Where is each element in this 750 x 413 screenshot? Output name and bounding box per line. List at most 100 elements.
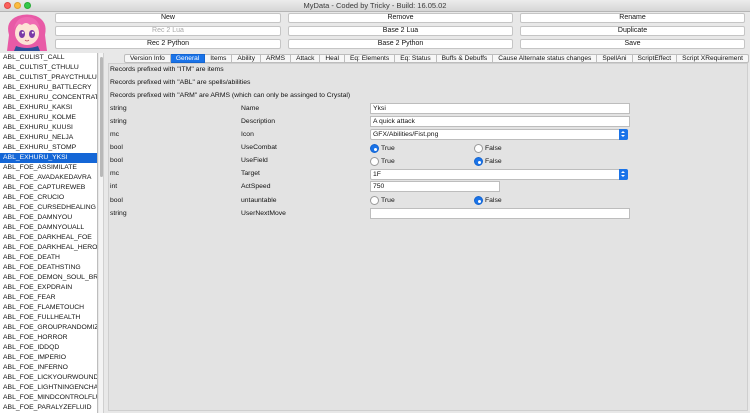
record-list-item[interactable]: ABL_FOE_PARALYZEFLUID (0, 403, 97, 413)
note-arm-prefix: Records prefixed with "ARM" are ARMS (wh… (110, 92, 351, 99)
save-button[interactable]: Save (520, 39, 745, 49)
record-list-item[interactable]: ABL_FOE_FEAR (0, 293, 97, 303)
select-arrows-icon[interactable] (619, 129, 628, 140)
record-list-item[interactable]: ABL_FOE_AVADAKEDAVRA (0, 173, 97, 183)
record-list-item[interactable]: ABL_FOE_IMPERIO (0, 353, 97, 363)
record-list[interactable]: ABL_CULIST_CALL ABL_CULTIST_CTHULU ABL_C… (0, 53, 98, 413)
record-list-item[interactable]: ABL_FOE_DEMON_SOUL_BREAK (0, 273, 97, 283)
field-type: mc (110, 170, 120, 177)
tab-ability[interactable]: Ability (232, 54, 262, 63)
rec-2-lua-button[interactable]: Rec 2 Lua (55, 26, 281, 36)
base-2-lua-button[interactable]: Base 2 Lua (288, 26, 513, 36)
record-list-item[interactable]: ABL_FOE_LIGHTNINGENCHANT (0, 383, 97, 393)
field-usernextmove-label: UserNextMove (241, 210, 286, 217)
field-type: string (110, 118, 127, 125)
tab-scripteffect[interactable]: ScriptEffect (632, 54, 678, 63)
tab-buffs-debuffs[interactable]: Buffs & Debuffs (436, 54, 494, 63)
record-list-item[interactable]: ABL_EXHURU_NELJA (0, 133, 97, 143)
radio-label-false: False (485, 197, 502, 204)
usecombat-false-radio[interactable] (474, 144, 483, 153)
radio-label-false: False (485, 158, 502, 165)
record-list-item[interactable]: ABL_FOE_HORROR (0, 333, 97, 343)
record-list-item[interactable]: ABL_FOE_IDDQD (0, 343, 97, 353)
select-arrows-icon[interactable] (619, 169, 628, 180)
record-list-item[interactable]: ABL_FOE_DAMNYOUALL (0, 223, 97, 233)
tab-attack[interactable]: Attack (291, 54, 321, 63)
record-list-scrollbar[interactable] (99, 53, 104, 413)
duplicate-button[interactable]: Duplicate (520, 26, 745, 36)
tab-heal[interactable]: Heal (320, 54, 345, 63)
field-icon-label: Icon (241, 131, 254, 138)
name-input[interactable]: Yksi (370, 103, 630, 114)
field-usefield-label: UseField (241, 157, 268, 164)
usefield-true-radio[interactable] (370, 157, 379, 166)
record-list-item[interactable]: ABL_FOE_DARKHEAL_FOE (0, 233, 97, 243)
record-list-item[interactable]: ABL_FOE_FULLHEALTH (0, 313, 97, 323)
field-type: int (110, 183, 118, 190)
record-list-item[interactable]: ABL_EXHURU_BATTLECRY (0, 83, 97, 93)
record-list-item-selected[interactable]: ABL_EXHURU_YKSI (0, 153, 97, 163)
record-list-item[interactable]: ABL_EXHURU_KOLME (0, 113, 97, 123)
record-list-item[interactable]: ABL_FOE_CURSEDHEALING (0, 203, 97, 213)
usecombat-true-radio[interactable] (370, 144, 379, 153)
radio-label-true: True (381, 158, 395, 165)
field-name-label: Name (241, 105, 260, 112)
tab-spellani[interactable]: SpellAni (597, 54, 633, 63)
tab-items[interactable]: Items (205, 54, 233, 63)
record-list-item[interactable]: ABL_FOE_CRUCIO (0, 193, 97, 203)
untauntable-false-radio[interactable] (474, 196, 483, 205)
window-title: MyData - Coded by Tricky - Build: 16.05.… (303, 1, 447, 10)
usernextmove-input[interactable] (370, 208, 630, 219)
radio-label-true: True (381, 197, 395, 204)
tab-eq-elements[interactable]: Eq: Elements (344, 54, 396, 63)
tab-eq-status[interactable]: Eq: Status (395, 54, 437, 63)
avatar (7, 14, 47, 51)
tab-bar: Version Info General Items Ability ARMS … (124, 54, 749, 63)
note-abl-prefix: Records prefixed with "ABL" are spells/a… (110, 79, 251, 86)
record-list-item[interactable]: ABL_FOE_LICKYOURWOUNDS (0, 373, 97, 383)
record-list-item[interactable]: ABL_FOE_DARKHEAL_HERO (0, 243, 97, 253)
untauntable-true-radio[interactable] (370, 196, 379, 205)
field-type: bool (110, 157, 123, 164)
base-2-python-button[interactable]: Base 2 Python (288, 39, 513, 49)
usefield-false-radio[interactable] (474, 157, 483, 166)
record-list-item[interactable]: ABL_FOE_CAPTUREWEB (0, 183, 97, 193)
record-list-item[interactable]: ABL_CULTIST_PRAYCTHULU (0, 73, 97, 83)
record-list-item[interactable]: ABL_CULIST_CALL (0, 53, 97, 63)
description-input[interactable]: A quick attack (370, 116, 630, 127)
field-type: mc (110, 131, 120, 138)
icon-select[interactable]: GFX/Abilities/Fist.png (370, 129, 628, 140)
field-type: bool (110, 197, 123, 204)
record-list-item[interactable]: ABL_FOE_DEATHSTING (0, 263, 97, 273)
record-list-scroll-thumb[interactable] (100, 57, 103, 177)
new-button[interactable]: New (55, 13, 281, 23)
field-untauntable-label: untauntable (241, 197, 277, 204)
tab-general[interactable]: General (170, 54, 206, 63)
record-list-item[interactable]: ABL_EXHURU_STOMP (0, 143, 97, 153)
target-select[interactable]: 1F (370, 169, 628, 180)
record-list-item[interactable]: ABL_FOE_DEATH (0, 253, 97, 263)
tab-script-xrequirement[interactable]: Script XRequirement (677, 54, 749, 63)
rename-button[interactable]: Rename (520, 13, 745, 23)
tab-cause-alternate-status-changes[interactable]: Cause Alternate status changes (493, 54, 598, 63)
record-list-item[interactable]: ABL_FOE_INFERNO (0, 363, 97, 373)
actspeed-input[interactable]: 750 (370, 181, 500, 192)
record-list-item[interactable]: ABL_CULTIST_CTHULU (0, 63, 97, 73)
record-list-item[interactable]: ABL_FOE_DAMNYOU (0, 213, 97, 223)
remove-button[interactable]: Remove (288, 13, 513, 23)
record-list-item[interactable]: ABL_EXHURU_CONCENTRATE (0, 93, 97, 103)
record-list-item[interactable]: ABL_FOE_EXPDRAIN (0, 283, 97, 293)
record-list-item[interactable]: ABL_EXHURU_KAKSI (0, 103, 97, 113)
record-list-item[interactable]: ABL_FOE_ASSIMILATE (0, 163, 97, 173)
tab-arms[interactable]: ARMS (261, 54, 292, 63)
icon-select-value: GFX/Abilities/Fist.png (373, 131, 439, 138)
note-itm-prefix: Records prefixed with "ITM" are items (110, 66, 224, 73)
field-type: string (110, 210, 127, 217)
tab-version-info[interactable]: Version Info (124, 54, 171, 63)
record-list-item[interactable]: ABL_FOE_FLAMETOUCH (0, 303, 97, 313)
rec-2-python-button[interactable]: Rec 2 Python (55, 39, 281, 49)
radio-label-false: False (485, 145, 502, 152)
record-list-item[interactable]: ABL_FOE_MINDCONTROLFLUID (0, 393, 97, 403)
record-list-item[interactable]: ABL_EXHURU_KUUSI (0, 123, 97, 133)
record-list-item[interactable]: ABL_FOE_GROUPRANDOMIZER (0, 323, 97, 333)
